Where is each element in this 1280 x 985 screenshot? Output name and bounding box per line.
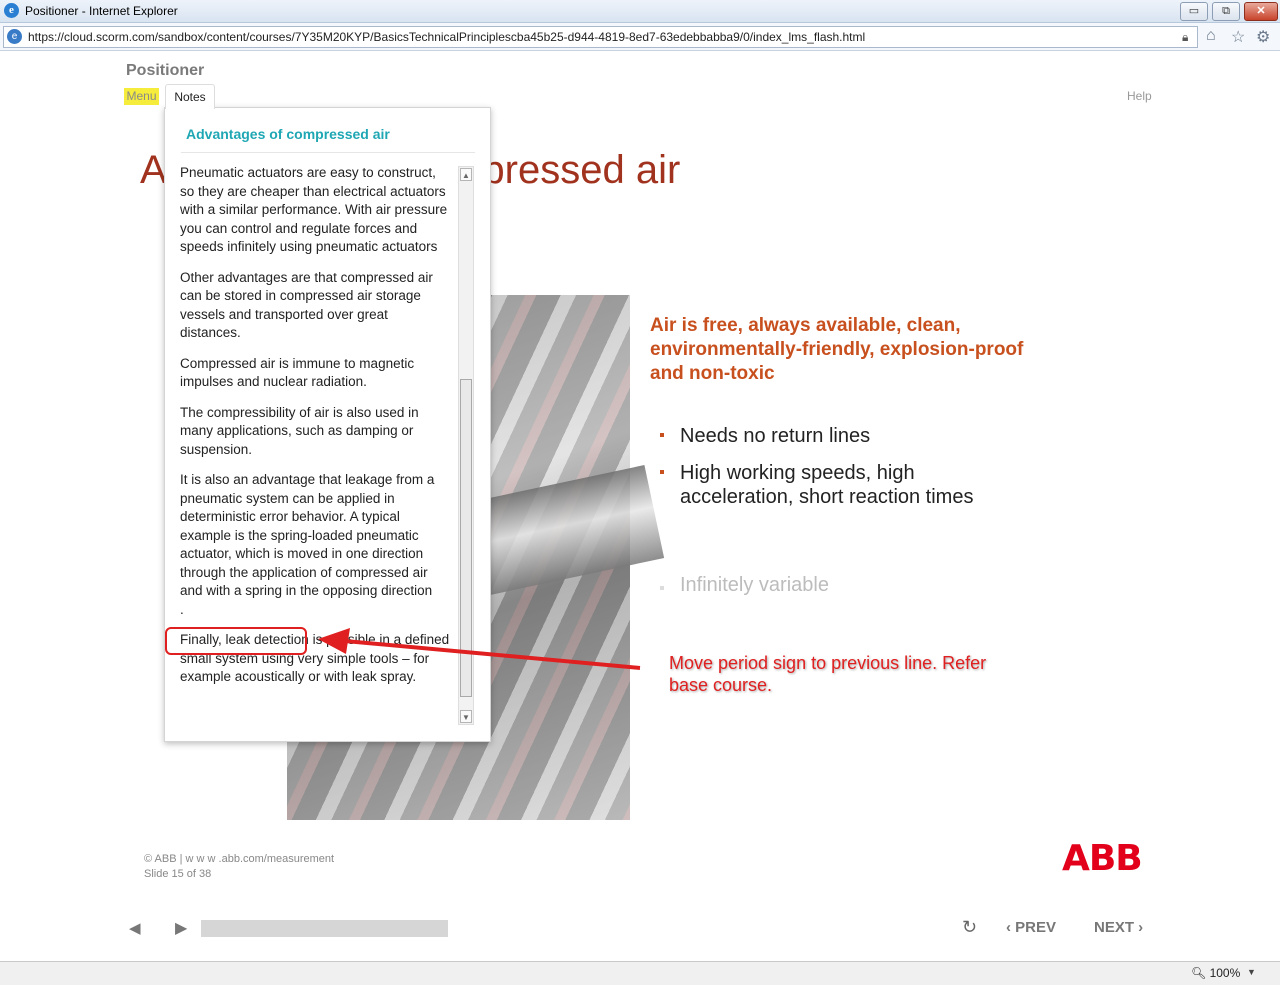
annotation-arrow-icon xyxy=(318,628,641,670)
